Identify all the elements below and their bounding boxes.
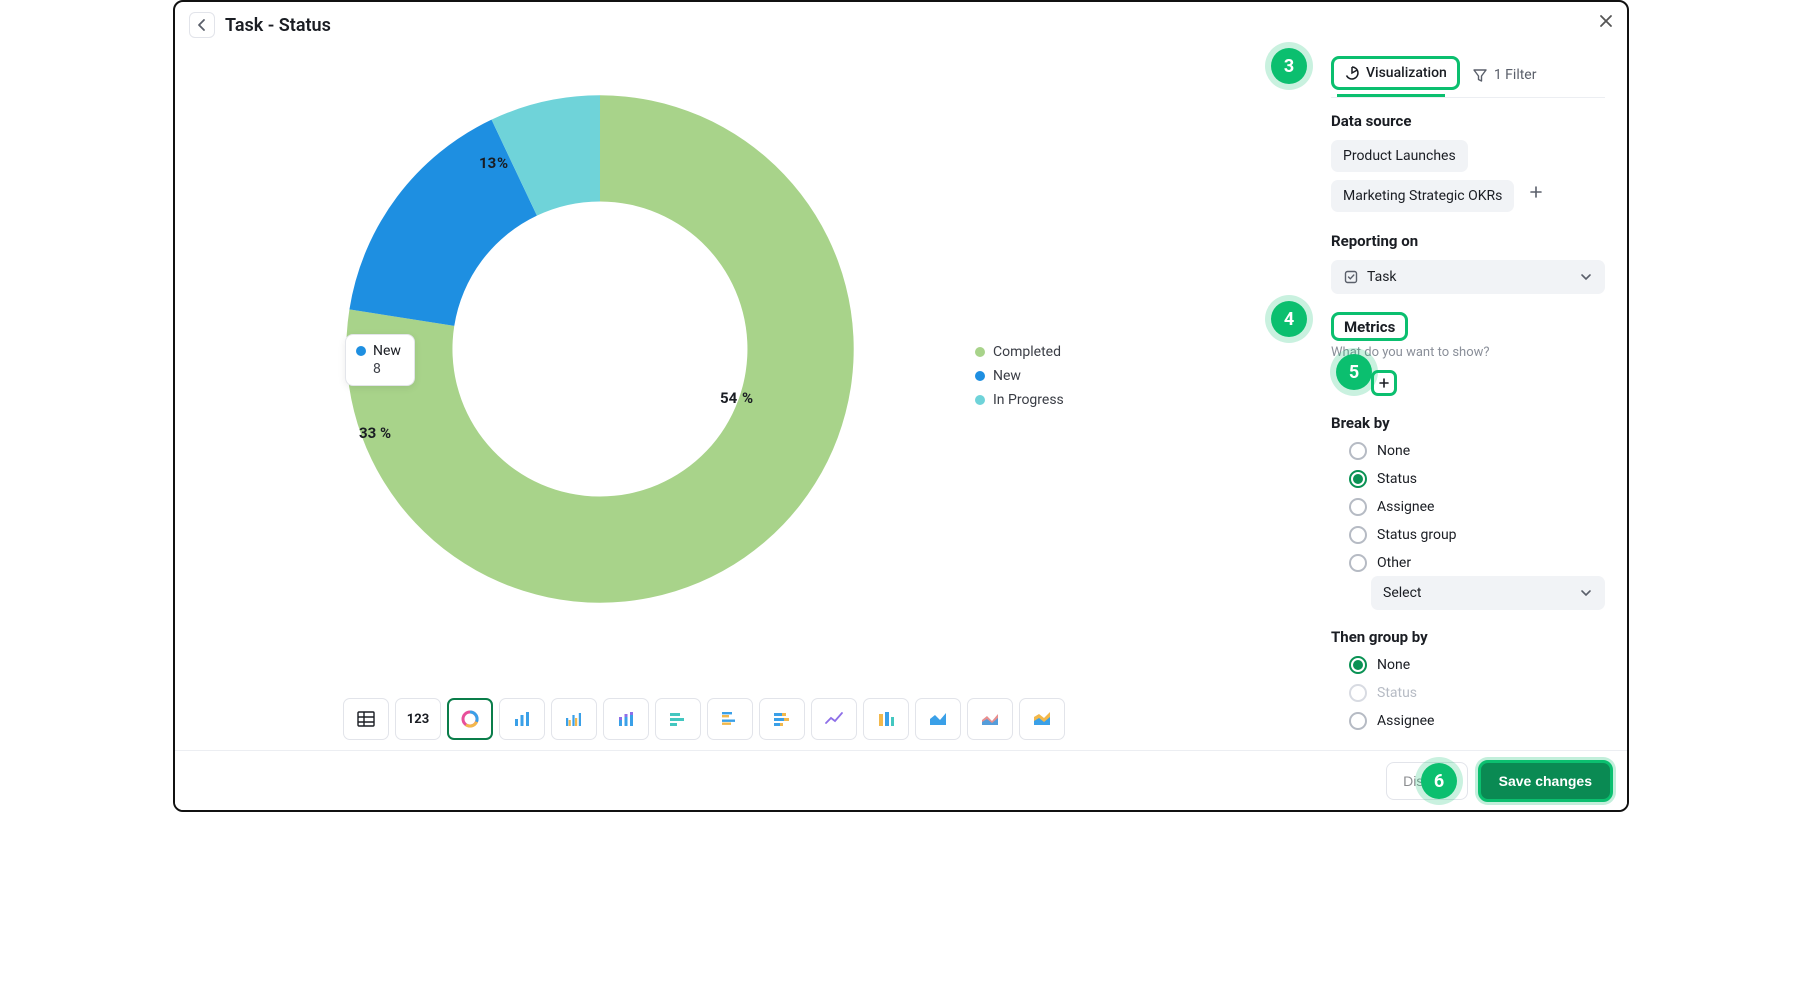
viz-bar-button[interactable]: [499, 698, 545, 740]
legend-item-inprogress[interactable]: In Progress: [975, 392, 1064, 408]
viz-hbar-button[interactable]: [655, 698, 701, 740]
dot-icon: [975, 371, 985, 381]
step-badge-6: 6: [1421, 763, 1457, 799]
break-by-radios: None Status Assignee Status group Other: [1349, 442, 1605, 572]
donut-chart: 54% 33% 13% New 8: [305, 54, 895, 644]
legend-item-new[interactable]: New: [975, 368, 1064, 384]
radio-break-status[interactable]: Status: [1349, 470, 1605, 488]
radio-break-none[interactable]: None: [1349, 442, 1605, 460]
stacked-hbar-icon: [772, 709, 792, 729]
radio-break-assignee[interactable]: Assignee: [1349, 498, 1605, 516]
stacked-bar-icon: [616, 709, 636, 729]
chevron-left-icon: [195, 18, 209, 32]
break-other-select[interactable]: Select: [1371, 576, 1605, 610]
hbar-icon: [668, 709, 688, 729]
config-sidebar: Visualization 1 Filter Data source Produ…: [1321, 46, 1627, 750]
heading-then-group-by: Then group by: [1331, 628, 1605, 646]
chart-area: 54% 33% 13% New 8 Completed: [175, 46, 1321, 750]
viz-table-button[interactable]: [343, 698, 389, 740]
area-chart-icon: [928, 709, 948, 729]
footer: Discard Save changes: [175, 750, 1627, 810]
tooltip-label: New: [373, 343, 401, 359]
reporting-on-select[interactable]: Task: [1331, 260, 1605, 294]
close-icon: [1598, 13, 1614, 29]
chart-tooltip: New 8: [345, 334, 415, 386]
tab-visualization[interactable]: Visualization: [1331, 56, 1460, 90]
grouped-hbar-icon: [720, 709, 740, 729]
radio-break-other[interactable]: Other: [1349, 554, 1605, 572]
metrics-heading-highlight: Metrics: [1331, 312, 1408, 341]
data-source-chips: Product Launches Marketing Strategic OKR…: [1331, 140, 1605, 220]
add-data-source-button[interactable]: [1524, 180, 1548, 204]
radio-break-status-group[interactable]: Status group: [1349, 526, 1605, 544]
tab-underline: [1337, 94, 1445, 97]
step-badge-3: 3: [1271, 48, 1307, 84]
viz-stacked-area-button[interactable]: [1019, 698, 1065, 740]
table-icon: [356, 709, 376, 729]
pie-chart-icon: [1344, 65, 1360, 81]
grouped-bar-icon: [564, 709, 584, 729]
viz-grouped-bar-button[interactable]: [551, 698, 597, 740]
task-icon: [1343, 269, 1359, 285]
multi-area-icon: [980, 709, 1000, 729]
viz-multi-area-button[interactable]: [967, 698, 1013, 740]
page-title: Task - Status: [225, 15, 331, 36]
metrics-hint: What do you want to show?: [1331, 345, 1605, 360]
heading-metrics: Metrics: [1344, 318, 1395, 336]
dot-icon: [975, 347, 985, 357]
column-colored-icon: [876, 709, 896, 729]
back-button[interactable]: [189, 12, 215, 38]
chip-data-source-0[interactable]: Product Launches: [1331, 140, 1468, 172]
stacked-area-icon: [1032, 709, 1052, 729]
viz-area-button[interactable]: [915, 698, 961, 740]
viz-stacked-hbar-button[interactable]: [759, 698, 805, 740]
step-badge-5: 5: [1336, 354, 1372, 390]
line-chart-icon: [824, 709, 844, 729]
plus-icon: [1528, 184, 1544, 200]
heading-reporting-on: Reporting on: [1331, 232, 1605, 250]
radio-group-status: Status: [1349, 684, 1605, 702]
metrics-all-row: All: [1349, 370, 1605, 396]
slice-label-new: 33: [359, 424, 376, 442]
number-icon: 123: [407, 712, 429, 727]
main: 54% 33% 13% New 8 Completed: [175, 46, 1627, 750]
chart-legend: Completed New In Progress: [975, 344, 1064, 408]
viz-stacked-bar-button[interactable]: [603, 698, 649, 740]
chevron-down-icon: [1579, 586, 1593, 600]
close-button[interactable]: [1595, 10, 1617, 32]
modal-frame: Task - Status 54% 33%: [173, 0, 1629, 812]
radio-group-none[interactable]: None: [1349, 656, 1605, 674]
viz-grouped-hbar-button[interactable]: [707, 698, 753, 740]
radio-group-assignee[interactable]: Assignee: [1349, 712, 1605, 730]
dot-icon: [356, 346, 366, 356]
viz-line-button[interactable]: [811, 698, 857, 740]
save-changes-button[interactable]: Save changes: [1478, 760, 1613, 802]
viz-donut-button[interactable]: [447, 698, 493, 740]
viz-number-button[interactable]: 123: [395, 698, 441, 740]
tooltip-count: 8: [356, 361, 402, 377]
sidebar-tabs: Visualization 1 Filter: [1331, 56, 1605, 98]
plus-icon: [1377, 376, 1391, 390]
add-metric-button[interactable]: [1371, 370, 1397, 396]
slice-label-inprogress: 13: [479, 154, 496, 172]
legend-item-completed[interactable]: Completed: [975, 344, 1064, 360]
then-group-radios: None Status Assignee: [1349, 656, 1605, 730]
dot-icon: [975, 395, 985, 405]
filter-icon: [1472, 67, 1488, 83]
step-badge-4: 4: [1271, 301, 1307, 337]
chevron-down-icon: [1579, 270, 1593, 284]
bar-chart-icon: [512, 709, 532, 729]
chip-data-source-1[interactable]: Marketing Strategic OKRs: [1331, 180, 1514, 212]
viz-column-colored-button[interactable]: [863, 698, 909, 740]
header: Task - Status: [175, 2, 1627, 46]
donut-icon: [460, 709, 480, 729]
tab-filter[interactable]: 1 Filter: [1464, 61, 1545, 89]
visualization-type-picker: 123: [343, 698, 1065, 740]
heading-break-by: Break by: [1331, 414, 1605, 432]
slice-label-completed: 54: [720, 389, 737, 407]
heading-data-source: Data source: [1331, 112, 1605, 130]
